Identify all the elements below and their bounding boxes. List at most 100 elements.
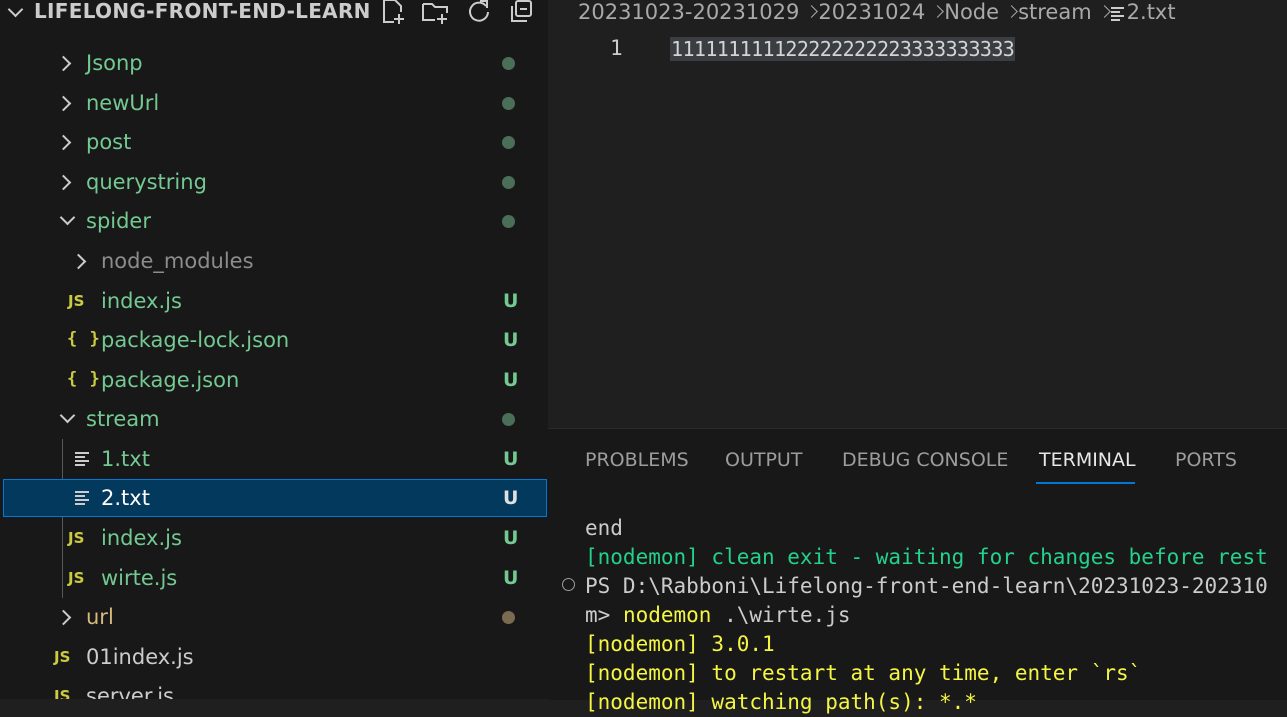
git-status-dot <box>502 57 515 70</box>
text-file-icon <box>75 491 91 505</box>
terminal-line: m> nodemon .\wirte.js <box>585 601 1268 630</box>
tree-item-label: querystring <box>86 170 207 194</box>
tab-problems[interactable]: PROBLEMS <box>585 449 689 471</box>
chevron-down-icon <box>59 407 76 424</box>
tree-item-spider[interactable]: spider <box>0 201 548 241</box>
tree-item-package-json[interactable]: { } package.json U <box>0 360 548 400</box>
tree-item-01index-js[interactable]: JS 01index.js <box>0 637 548 677</box>
terminal-line: [nodemon] watching path(s): *.* <box>585 690 977 714</box>
tree-item-stream[interactable]: stream <box>0 399 548 439</box>
code-line[interactable]: 111111111122222222223333333333 <box>670 37 1016 61</box>
javascript-file-icon: JS <box>68 529 85 547</box>
breadcrumb-item[interactable]: 20231024 <box>818 0 925 24</box>
tab-debug-console[interactable]: DEBUG CONSOLE <box>842 449 1008 471</box>
explorer-header: LIFELONG-FRONT-END-LEARN <box>0 0 548 26</box>
new-file-icon[interactable] <box>378 0 408 26</box>
text-file-icon <box>75 452 91 466</box>
git-status-dot <box>502 136 515 149</box>
chevron-right-icon <box>1097 5 1111 18</box>
git-status-dot <box>502 215 515 228</box>
tree-item-label: node_modules <box>101 249 254 273</box>
chevron-right-icon <box>55 174 72 191</box>
terminal-line: [nodemon] to restart at any time, enter … <box>585 661 1142 685</box>
chevron-right-icon <box>55 55 72 72</box>
tree-item-label: 1.txt <box>101 447 150 471</box>
tree-item-label: 01index.js <box>86 645 194 669</box>
refresh-icon[interactable] <box>464 0 494 26</box>
terminal-line: [nodemon] clean exit - waiting for chang… <box>585 545 1268 569</box>
tree-item-label: wirte.js <box>101 566 178 590</box>
tree-item-label: spider <box>86 209 151 233</box>
tree-item-label: index.js <box>101 289 182 313</box>
tree-item-label: package-lock.json <box>101 328 290 352</box>
collapse-all-icon[interactable] <box>507 0 537 26</box>
tree-item-server-js[interactable]: JS server.js <box>0 676 548 699</box>
terminal-line: PS D:\Rabboni\Lifelong-front-end-learn\2… <box>585 574 1268 598</box>
editor-pane: 20231023-20231029 20231024 Node stream 2.txt… <box>548 0 1287 428</box>
tree-item-package-lock-json[interactable]: { } package-lock.json U <box>0 320 548 360</box>
tree-item-stream-index-js[interactable]: JS index.js U <box>0 518 548 558</box>
breadcrumb-item[interactable]: 2.txt <box>1127 0 1176 24</box>
tab-output[interactable]: OUTPUT <box>725 449 802 471</box>
bottom-panel: PROBLEMS OUTPUT DEBUG CONSOLE TERMINAL P… <box>548 428 1287 714</box>
tree-item-label: 2.txt <box>101 486 150 510</box>
chevron-down-icon <box>59 209 76 226</box>
tree-item-post[interactable]: post <box>0 122 548 162</box>
terminal-prompt: m> <box>585 603 623 627</box>
tree-item-jsonp[interactable]: Jsonp <box>0 43 548 83</box>
git-status-badge: U <box>503 527 519 549</box>
tab-terminal[interactable]: TERMINAL <box>1039 449 1136 471</box>
tree-item-label: url <box>86 605 114 629</box>
breadcrumb-item[interactable]: Node <box>944 0 999 24</box>
javascript-file-icon: JS <box>68 569 85 587</box>
chevron-right-icon <box>55 609 72 626</box>
chevron-down-icon[interactable] <box>7 1 24 18</box>
git-status-badge: U <box>503 369 519 391</box>
new-folder-icon[interactable] <box>420 0 450 26</box>
terminal-argument: .\wirte.js <box>711 603 851 627</box>
terminal-line: end <box>585 516 623 540</box>
tree-item-wirte-js[interactable]: JS wirte.js U <box>0 558 548 598</box>
breadcrumb-item[interactable]: stream <box>1018 0 1092 24</box>
javascript-file-icon: JS <box>54 648 71 666</box>
git-status-dot <box>502 413 515 426</box>
chevron-right-icon <box>1005 5 1018 18</box>
javascript-file-icon: JS <box>68 292 85 310</box>
breadcrumb: 20231023-20231029 20231024 Node stream 2.txt <box>578 0 1178 24</box>
tree-item-url[interactable]: url <box>0 597 548 637</box>
json-file-icon: { } <box>67 329 101 349</box>
tree-item-label: stream <box>86 407 160 431</box>
tree-item-label: newUrl <box>86 91 160 115</box>
git-status-badge: U <box>503 290 519 312</box>
tree-item-spider-index-js[interactable]: JS index.js U <box>0 281 548 321</box>
chevron-right-icon <box>805 5 819 18</box>
workspace-title: LIFELONG-FRONT-END-LEARN <box>34 0 371 23</box>
terminal-command: nodemon <box>622 603 712 627</box>
json-file-icon: { } <box>67 369 101 389</box>
git-status-badge: U <box>503 567 519 589</box>
breadcrumb-item[interactable]: 20231023-20231029 <box>578 0 799 24</box>
git-status-dot <box>502 97 515 110</box>
command-decoration-icon[interactable] <box>562 578 575 591</box>
terminal-line: [nodemon] 3.0.1 <box>585 632 775 656</box>
tree-item-label: index.js <box>101 526 182 550</box>
tree-item-querystring[interactable]: querystring <box>0 162 548 202</box>
line-number: 1 <box>610 36 623 60</box>
text-file-icon <box>1110 6 1125 21</box>
tree-item-1-txt[interactable]: 1.txt U <box>0 439 548 479</box>
git-status-badge: U <box>503 448 519 470</box>
git-status-dot <box>502 176 515 189</box>
git-status-badge: U <box>503 487 519 509</box>
chevron-right-icon <box>55 95 72 112</box>
active-tab-indicator <box>1036 482 1135 484</box>
chevron-right-icon <box>55 134 72 151</box>
tree-item-2-txt[interactable]: 2.txt U <box>3 479 547 517</box>
tree-item-node-modules[interactable]: node_modules <box>0 241 548 281</box>
tab-ports[interactable]: PORTS <box>1175 449 1237 471</box>
git-status-dot <box>502 611 515 624</box>
terminal-output[interactable]: end [nodemon] clean exit - waiting for c… <box>585 514 1268 717</box>
tree-item-label: server.js <box>86 684 174 699</box>
explorer-sidebar: Jsonp newUrl post querystring spider nod… <box>0 0 548 699</box>
tree-item-label: post <box>86 130 132 154</box>
tree-item-newurl[interactable]: newUrl <box>0 83 548 123</box>
